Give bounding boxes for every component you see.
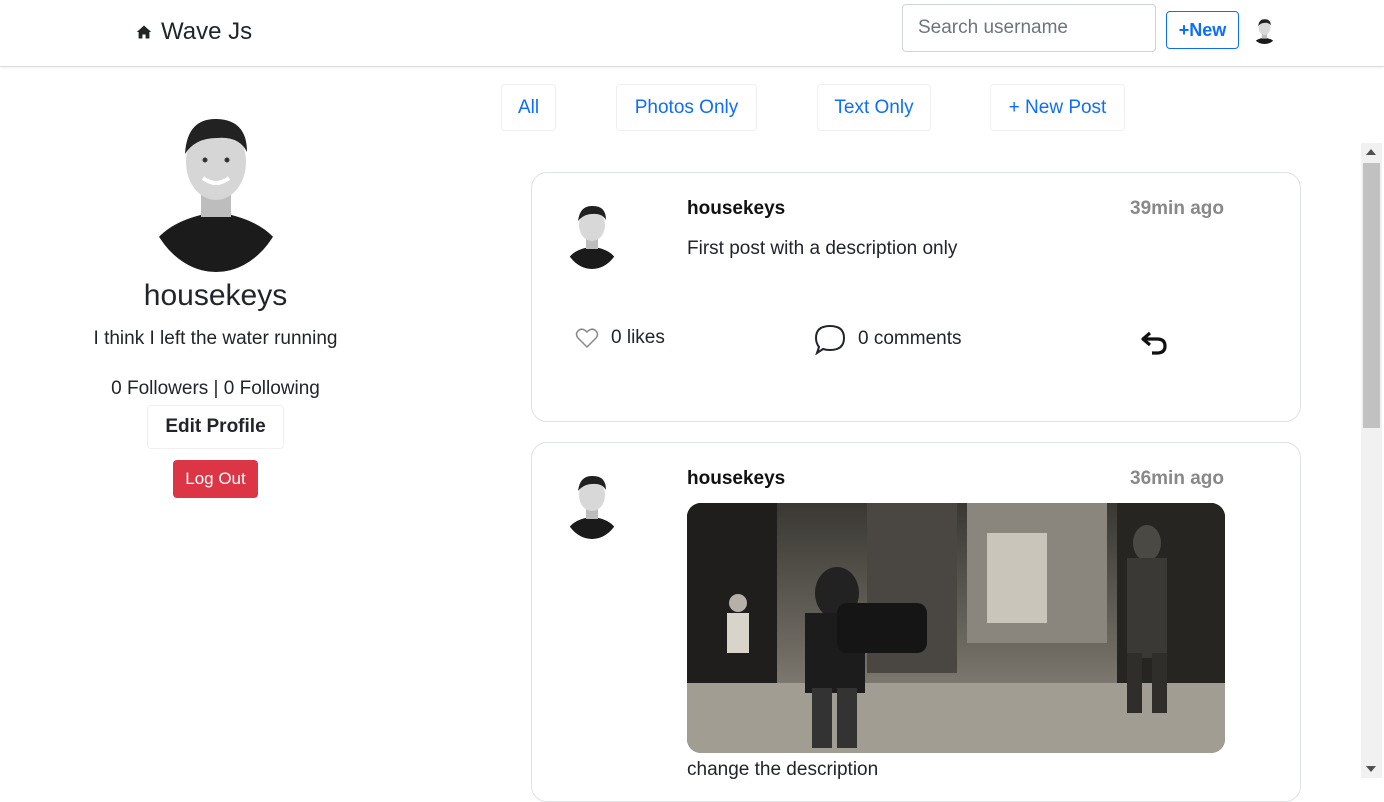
profile-follow-counts: 0 Followers | 0 Following [111,378,320,399]
scrollbar-thumb[interactable] [1363,163,1380,428]
scroll-up-arrow-icon[interactable] [1366,149,1376,155]
heart-icon [575,328,599,349]
brand-name: Wave Js [161,18,253,45]
tab-text-only[interactable]: Text Only [817,84,931,131]
scrollbar[interactable] [1361,143,1382,778]
comment-action[interactable]: 0 comments [814,323,961,355]
post-image[interactable] [687,503,1225,753]
post-time: 39min ago [1130,198,1224,219]
post-username[interactable]: housekeys [687,468,785,490]
post-time: 36min ago [1130,468,1224,489]
comments-count: 0 comments [858,328,962,349]
home-icon [136,25,152,39]
post-card: housekeys 36min ago change the descripti… [531,442,1301,802]
new-post-button[interactable]: +New [1166,11,1239,49]
comment-icon [814,324,846,355]
post-avatar[interactable] [562,193,622,269]
post-avatar[interactable] [562,463,622,539]
tab-photos-only[interactable]: Photos Only [616,84,757,131]
search-input[interactable] [902,4,1156,52]
profile-avatar [143,84,289,272]
tab-new-post[interactable]: + New Post [990,84,1125,131]
profile-bio: I think I left the water running [93,328,338,349]
repost-icon [1141,331,1167,355]
post-card: housekeys 39min ago First post with a de… [531,172,1301,422]
likes-count: 0 likes [611,327,665,348]
like-action[interactable]: 0 likes [575,327,665,349]
post-description: First post with a description only [687,238,958,259]
scroll-down-arrow-icon[interactable] [1366,766,1376,772]
navbar: Wave Js +New [0,0,1384,67]
edit-profile-button[interactable]: Edit Profile [147,405,284,449]
brand-link[interactable]: Wave Js [136,16,252,48]
logout-button[interactable]: Log Out [173,460,258,498]
nav-avatar[interactable] [1251,17,1278,44]
repost-action[interactable] [1140,329,1168,357]
tab-all[interactable]: All [501,84,556,131]
profile-username: housekeys [143,279,288,312]
post-username[interactable]: housekeys [687,198,785,220]
